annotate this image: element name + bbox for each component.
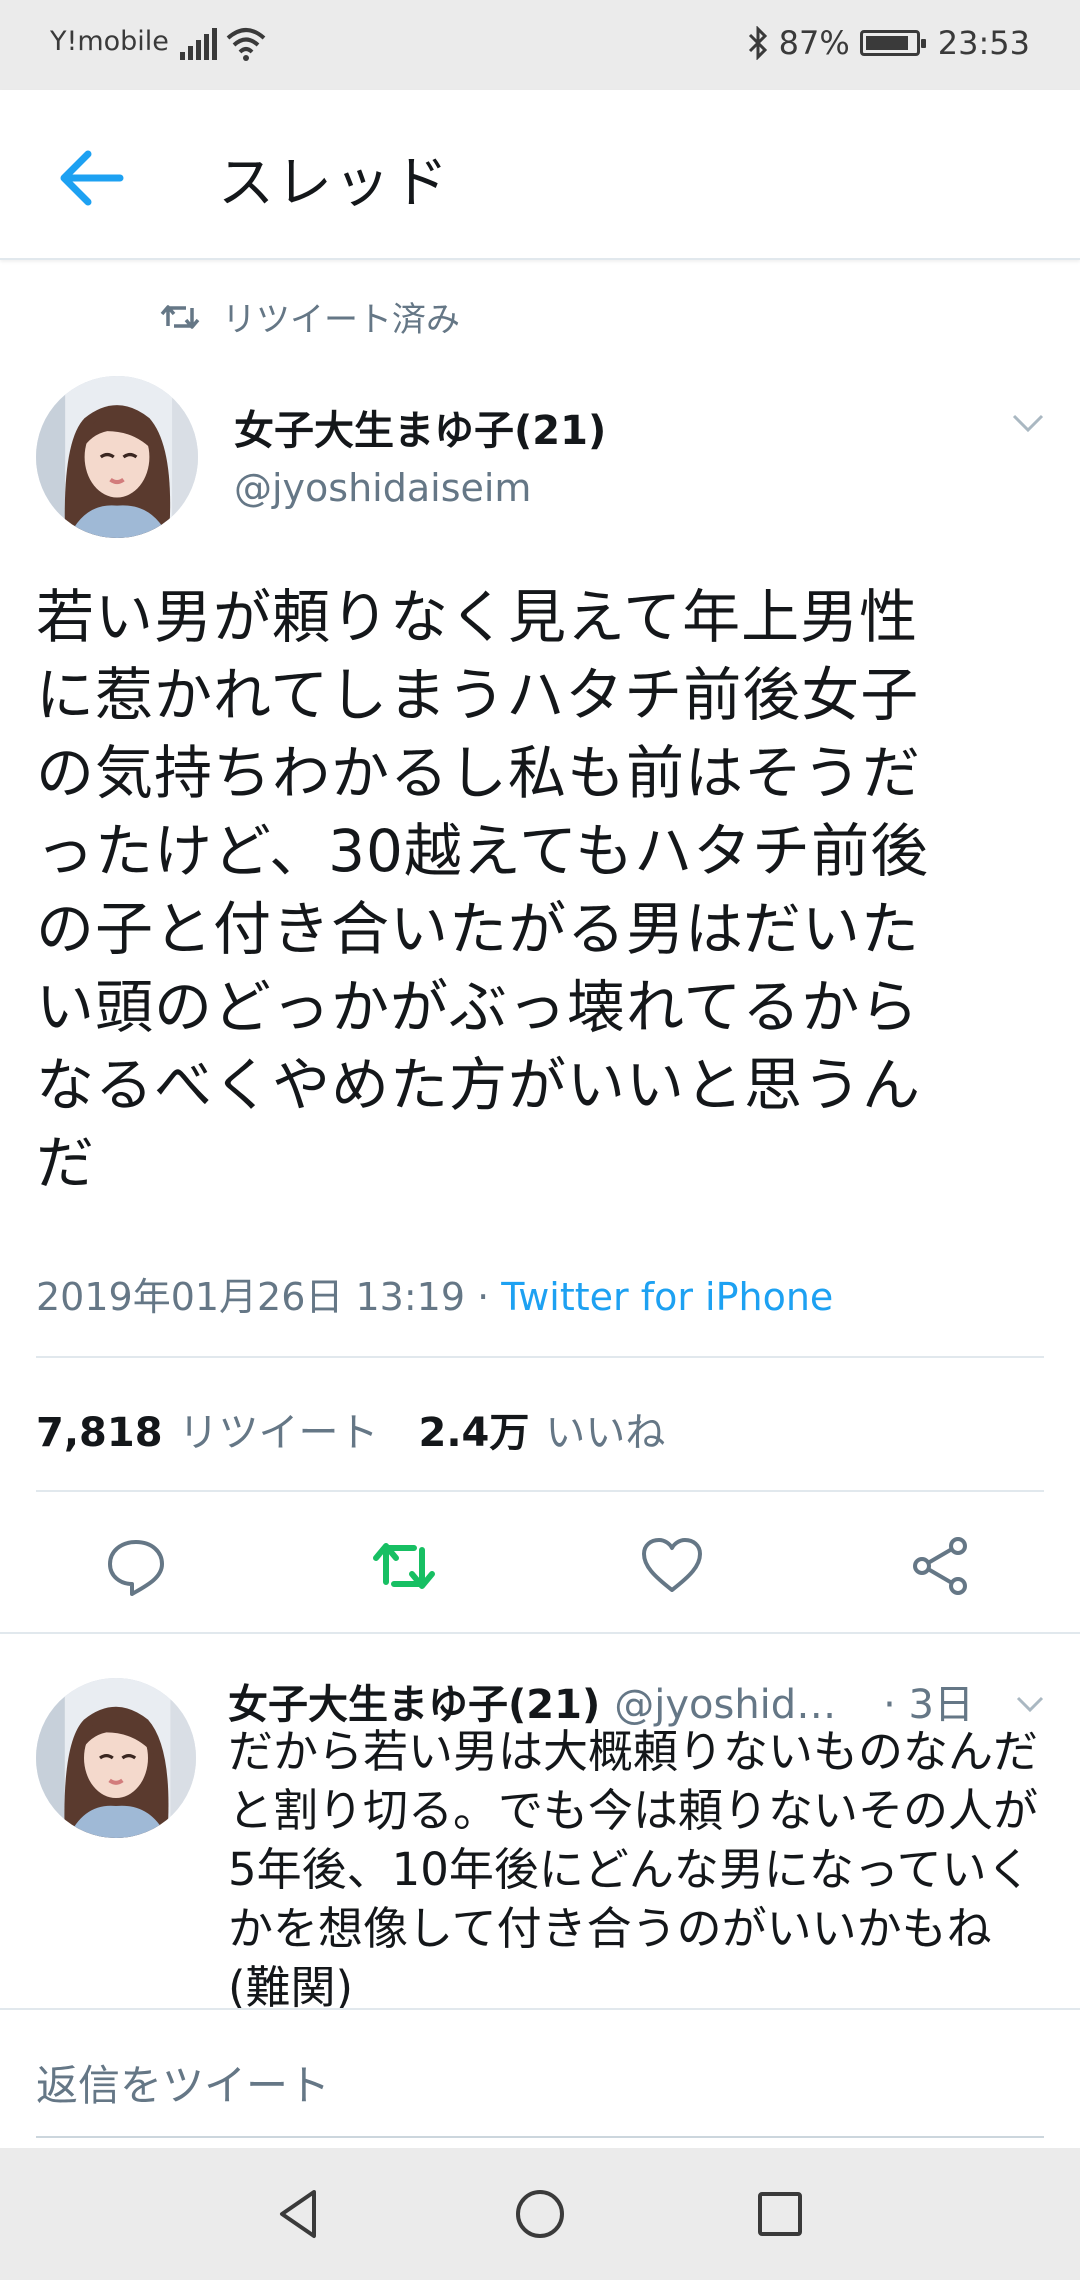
retweet-count[interactable]: 7,818 bbox=[36, 1410, 163, 1456]
tweet-source-link[interactable]: Twitter for iPhone bbox=[501, 1275, 833, 1319]
square-recents-icon bbox=[758, 2192, 802, 2236]
composer-underline bbox=[36, 2136, 1044, 2138]
tweet-stats: 7,818 リツイート 2.4万 いいね bbox=[36, 1400, 665, 1458]
retweet-context[interactable]: リツイート済み bbox=[160, 292, 460, 341]
avatar[interactable] bbox=[36, 376, 198, 538]
bluetooth-icon bbox=[748, 26, 767, 60]
tweet-line: 若い男が頼りなく見えて年上男性 bbox=[36, 583, 919, 651]
tweet-line: い頭のどっかがぶっ壊れてるから bbox=[36, 973, 920, 1041]
like-count[interactable]: 2.4万 bbox=[419, 1400, 530, 1458]
tweet-menu-button[interactable] bbox=[1010, 404, 1046, 440]
circle-home-icon bbox=[516, 2190, 564, 2238]
divider bbox=[36, 1356, 1044, 1358]
tweet-timestamp: 2019年01月26日 13:19 bbox=[36, 1275, 466, 1319]
reply-text[interactable]: だから若い男は大概頼りないものなんだ と割り切る。でも今は頼りないその人が 5年… bbox=[228, 1722, 1048, 2012]
profile-photo bbox=[36, 1678, 196, 1838]
heart-icon bbox=[642, 1538, 702, 1592]
share-button[interactable] bbox=[908, 1534, 972, 1598]
nav-back-button[interactable] bbox=[268, 2182, 332, 2246]
tweet-text: 若い男が頼りなく見えて年上男性 に惹かれてしまうハタチ前後女子 の気持ちわかるし… bbox=[36, 578, 1046, 1202]
like-count-label[interactable]: いいね bbox=[545, 1400, 665, 1458]
tweet-meta: 2019年01月26日 13:19 · Twitter for iPhone bbox=[36, 1266, 833, 1321]
author-name[interactable]: 女子大生まゆ子(21) bbox=[234, 398, 606, 456]
back-button[interactable] bbox=[50, 138, 130, 218]
tweet-line: の子と付き合いたがる男はだいた bbox=[36, 895, 920, 963]
reply-input[interactable]: 返信をツイート bbox=[36, 2052, 330, 2113]
reply-line: と割り切る。でも今は頼りないその人が bbox=[228, 1784, 1039, 1837]
profile-photo bbox=[36, 376, 198, 538]
divider bbox=[0, 1632, 1080, 1634]
carrier-name: Y!mobile bbox=[50, 26, 169, 57]
reply-line: かを想像して付き合うのがいいかもね bbox=[228, 1902, 992, 1955]
like-button[interactable] bbox=[640, 1534, 704, 1598]
retweet-icon bbox=[373, 1543, 435, 1589]
retweet-count-label[interactable]: リツイート bbox=[179, 1400, 379, 1458]
tweet-line: の気持ちわかるし私も前はそうだ bbox=[36, 739, 922, 807]
reply-menu-button[interactable] bbox=[1014, 1688, 1046, 1720]
reply-line: だから若い男は大概頼りないものなんだ bbox=[228, 1725, 1039, 1778]
reply-composer: 返信をツイート bbox=[0, 2008, 1080, 2150]
tweet-line: なるべくやめた方がいいと思うん bbox=[36, 1051, 922, 1119]
page-title: スレッド bbox=[218, 151, 450, 216]
retweet-icon bbox=[160, 304, 200, 329]
author-handle[interactable]: @jyoshidaiseim bbox=[234, 466, 531, 510]
share-icon bbox=[913, 1537, 967, 1595]
divider bbox=[36, 1490, 1044, 1492]
signal-icon bbox=[180, 28, 217, 60]
battery-percent: 87% bbox=[778, 24, 850, 62]
arrow-left-icon bbox=[60, 150, 124, 206]
tweet-line: だ bbox=[36, 1129, 96, 1197]
nav-recents-button[interactable] bbox=[748, 2182, 812, 2246]
tweet-line: に惹かれてしまうハタチ前後女子 bbox=[36, 661, 920, 729]
nav-home-button[interactable] bbox=[508, 2182, 572, 2246]
retweet-button[interactable] bbox=[372, 1534, 436, 1598]
status-bar: Y!mobile 87% 23:53 bbox=[0, 0, 1080, 90]
meta-separator: · bbox=[465, 1275, 502, 1319]
chevron-down-icon bbox=[1016, 1696, 1044, 1713]
reply-line: 5年後、10年後にどんな男になっていく bbox=[228, 1843, 1032, 1896]
system-nav-bar bbox=[0, 2148, 1080, 2280]
battery-icon bbox=[859, 30, 926, 56]
tweet-line: ったけど、30越えてもハタチ前後 bbox=[36, 817, 930, 885]
wifi-icon bbox=[226, 28, 266, 61]
reply-icon bbox=[108, 1540, 164, 1596]
status-right: 87% 23:53 bbox=[747, 24, 1030, 62]
reply-avatar[interactable] bbox=[36, 1678, 196, 1838]
triangle-back-icon bbox=[280, 2190, 316, 2238]
tweet-actions bbox=[36, 1520, 1044, 1610]
reply-line: (難関) bbox=[228, 1961, 354, 2012]
reply-button[interactable] bbox=[104, 1534, 168, 1598]
clock: 23:53 bbox=[937, 24, 1030, 62]
chevron-down-icon bbox=[1012, 414, 1044, 433]
retweet-context-label: リツイート済み bbox=[222, 300, 460, 340]
app-header: スレッド bbox=[0, 90, 1080, 260]
